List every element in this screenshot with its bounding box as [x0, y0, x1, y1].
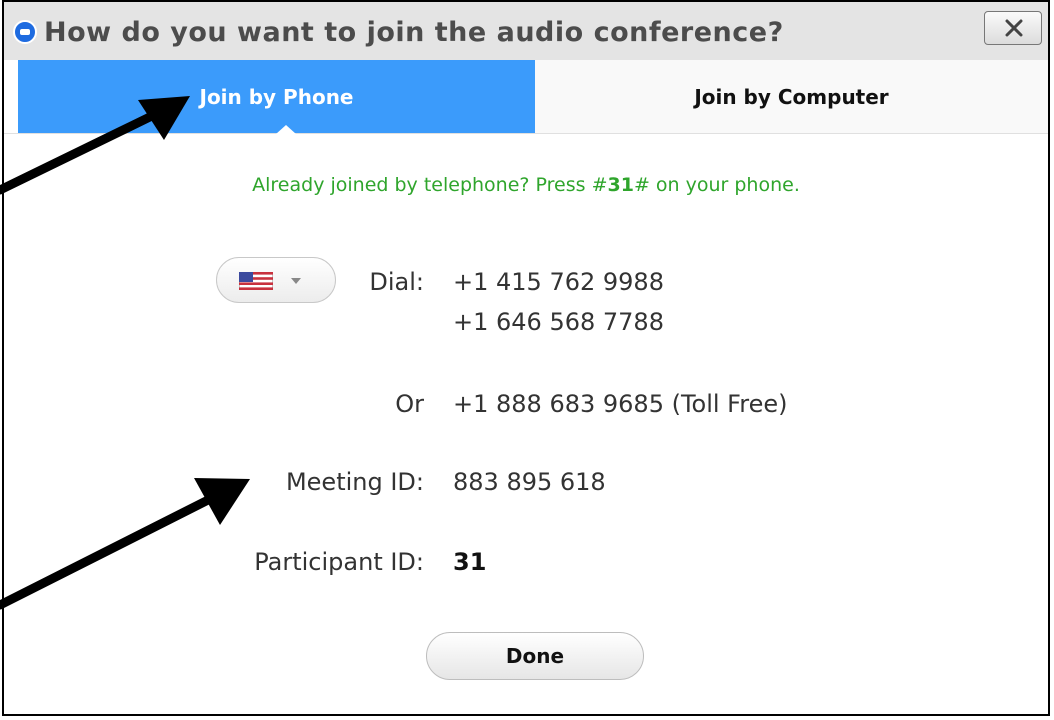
arrow-to-meeting-id [0, 478, 250, 610]
arrow-to-phone-tab [0, 96, 190, 195]
annotation-arrows [0, 96, 250, 610]
